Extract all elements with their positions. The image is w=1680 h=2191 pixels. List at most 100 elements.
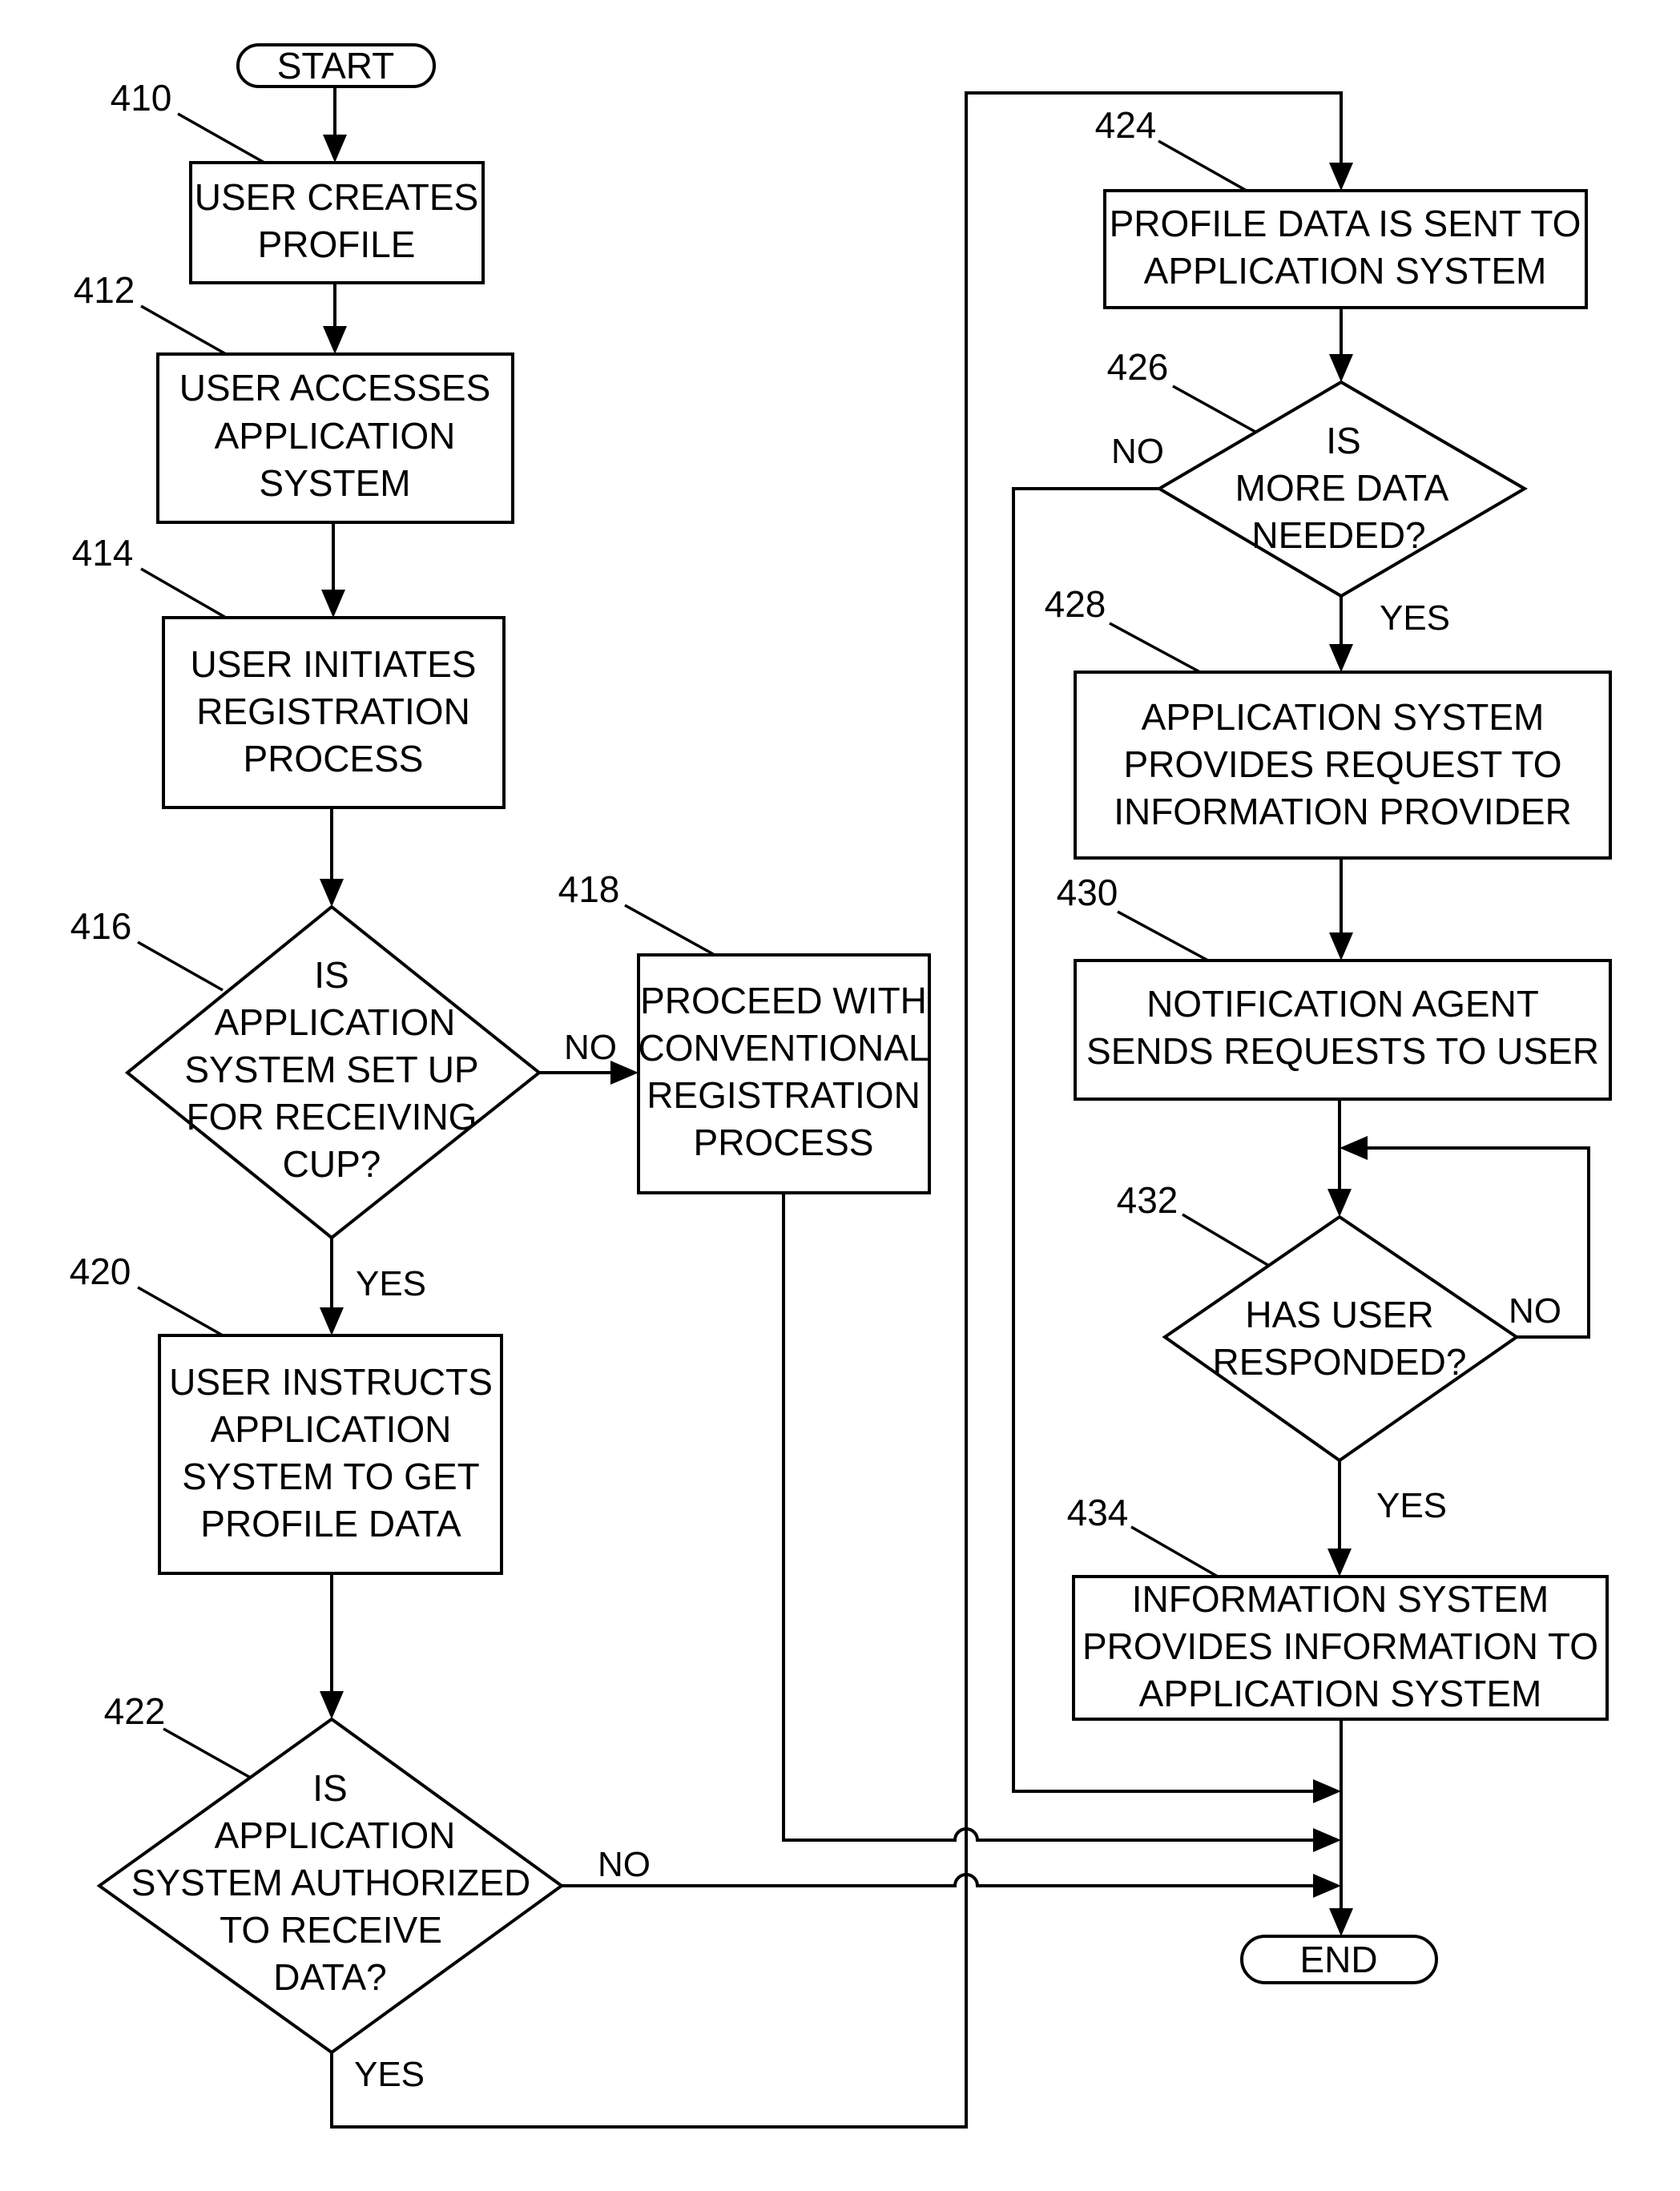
decision-422-line-1: IS: [312, 1767, 347, 1809]
ref-424: 424: [1095, 104, 1157, 146]
step-420-line-3: SYSTEM TO GET: [182, 1456, 479, 1497]
label-432-yes: YES: [1376, 1486, 1447, 1525]
label-422-no: NO: [598, 1845, 651, 1884]
step-412-line-3: SYSTEM: [259, 462, 410, 504]
leader-414: [140, 567, 227, 619]
arrowhead: [321, 590, 345, 618]
leader-418: [624, 904, 715, 957]
step-420-line-4: PROFILE DATA: [200, 1503, 461, 1545]
label-426-no: NO: [1111, 432, 1164, 471]
decision-416-line-5: CUP?: [283, 1143, 381, 1185]
step-428-line-2: PROVIDES REQUEST TO: [1123, 743, 1561, 785]
step-412-line-1: USER ACCESSES: [179, 367, 491, 409]
leader-412: [140, 304, 227, 356]
start-label: START: [277, 45, 395, 87]
arrowhead: [1329, 932, 1353, 961]
label-422-yes: YES: [354, 2055, 425, 2094]
decision-432-diamond: [1162, 1214, 1520, 1463]
start-terminal: START: [236, 43, 436, 88]
ref-432: 432: [1117, 1179, 1178, 1221]
decision-422-line-3: SYSTEM AUTHORIZED: [131, 1862, 530, 1903]
arrowhead: [323, 326, 347, 354]
ref-410: 410: [111, 77, 172, 119]
decision-432-line-1: HAS USER: [1245, 1294, 1433, 1335]
leader-424: [1158, 139, 1247, 192]
arrowhead: [1313, 1874, 1341, 1898]
edge-422-end: [562, 1873, 1323, 1887]
label-426-yes: YES: [1380, 598, 1450, 638]
decision-416-line-2: APPLICATION: [215, 1001, 456, 1043]
step-410-line-2: PROFILE: [258, 224, 416, 265]
step-428-line-1: APPLICATION SYSTEM: [1142, 696, 1545, 738]
step-414-line-2: REGISTRATION: [196, 691, 470, 732]
step-420-line-2: APPLICATION: [211, 1408, 452, 1450]
leader-434: [1130, 1525, 1219, 1578]
decision-426: IS MORE DATA NEEDED?: [1156, 380, 1528, 598]
decision-426-line-2: MORE DATA: [1235, 467, 1449, 509]
step-418: PROCEED WITH CONVENTIONAL REGISTRATION P…: [637, 953, 931, 1194]
decision-422-line-2: APPLICATION: [215, 1814, 456, 1856]
ref-434: 434: [1067, 1492, 1129, 1533]
step-414: USER INITIATES REGISTRATION PROCESS: [162, 616, 506, 809]
ref-426: 426: [1107, 346, 1169, 388]
arrowhead: [1340, 1136, 1368, 1160]
step-420: USER INSTRUCTS APPLICATION SYSTEM TO GET…: [158, 1334, 503, 1575]
decision-416-line-3: SYSTEM SET UP: [184, 1049, 478, 1090]
decision-416: IS APPLICATION SYSTEM SET UP FOR RECEIVI…: [124, 904, 542, 1240]
step-424: PROFILE DATA IS SENT TO APPLICATION SYST…: [1103, 189, 1588, 309]
step-414-line-1: USER INITIATES: [191, 643, 477, 685]
flowchart-canvas: marker#arrow path { fill: #000; }: [0, 0, 1680, 2191]
ref-428: 428: [1045, 583, 1106, 625]
leader-422: [163, 1727, 256, 1782]
ref-422: 422: [104, 1690, 166, 1732]
decision-416-line-1: IS: [314, 954, 348, 996]
step-418-line-2: CONVENTIONAL: [639, 1027, 929, 1069]
arrowhead: [1329, 1908, 1353, 1936]
decision-426-line-1: IS: [1326, 420, 1360, 461]
flowchart-svg: marker#arrow path { fill: #000; } START …: [70, 43, 1612, 2129]
ref-414: 414: [72, 532, 134, 574]
end-terminal: END: [1240, 1935, 1438, 1984]
step-414-line-3: PROCESS: [244, 738, 424, 779]
label-432-no: NO: [1509, 1291, 1561, 1331]
step-430: NOTIFICATION AGENT SENDS REQUESTS TO USE…: [1074, 959, 1612, 1101]
step-410-line-1: USER CREATES: [195, 176, 478, 218]
ref-416: 416: [71, 905, 132, 947]
end-label: END: [1299, 1939, 1377, 1980]
decision-426-line-3: NEEDED?: [1251, 514, 1425, 556]
decision-422-line-4: TO RECEIVE: [220, 1909, 442, 1951]
arrowhead: [1313, 1828, 1341, 1852]
arrowhead: [1329, 354, 1353, 382]
decision-432-line-2: RESPONDED?: [1213, 1341, 1467, 1383]
arrowhead: [1313, 1779, 1341, 1803]
step-418-line-4: PROCESS: [694, 1122, 874, 1163]
ref-412: 412: [74, 269, 135, 311]
arrowhead: [1327, 1549, 1352, 1577]
leader-416: [137, 940, 224, 992]
leader-426: [1172, 385, 1263, 437]
arrowhead: [320, 1691, 344, 1719]
step-424-line-1: PROFILE DATA IS SENT TO: [1110, 203, 1581, 244]
leader-430: [1117, 910, 1209, 962]
leader-432: [1182, 1213, 1270, 1267]
ref-420: 420: [70, 1251, 131, 1292]
step-434-line-3: APPLICATION SYSTEM: [1139, 1673, 1542, 1714]
label-416-yes: YES: [356, 1264, 426, 1303]
step-434: INFORMATION SYSTEM PROVIDES INFORMATION …: [1072, 1575, 1609, 1721]
arrowhead: [1329, 163, 1353, 191]
step-428-line-3: INFORMATION PROVIDER: [1114, 791, 1572, 832]
step-434-line-1: INFORMATION SYSTEM: [1132, 1578, 1549, 1620]
arrowhead: [1327, 1189, 1352, 1217]
decision-422: IS APPLICATION SYSTEM AUTHORIZED TO RECE…: [96, 1717, 565, 2055]
arrowhead: [323, 135, 347, 163]
step-420-line-1: USER INSTRUCTS: [169, 1361, 493, 1403]
arrowhead: [320, 1307, 344, 1335]
step-410: USER CREATES PROFILE: [189, 161, 485, 284]
leader-410: [177, 112, 265, 164]
decision-422-line-5: DATA?: [273, 1956, 386, 1998]
decision-432: HAS USER RESPONDED?: [1162, 1214, 1520, 1463]
ref-418: 418: [558, 868, 620, 910]
step-434-line-2: PROVIDES INFORMATION TO: [1082, 1625, 1598, 1667]
step-428: APPLICATION SYSTEM PROVIDES REQUEST TO I…: [1074, 671, 1612, 860]
arrowhead: [320, 879, 344, 907]
